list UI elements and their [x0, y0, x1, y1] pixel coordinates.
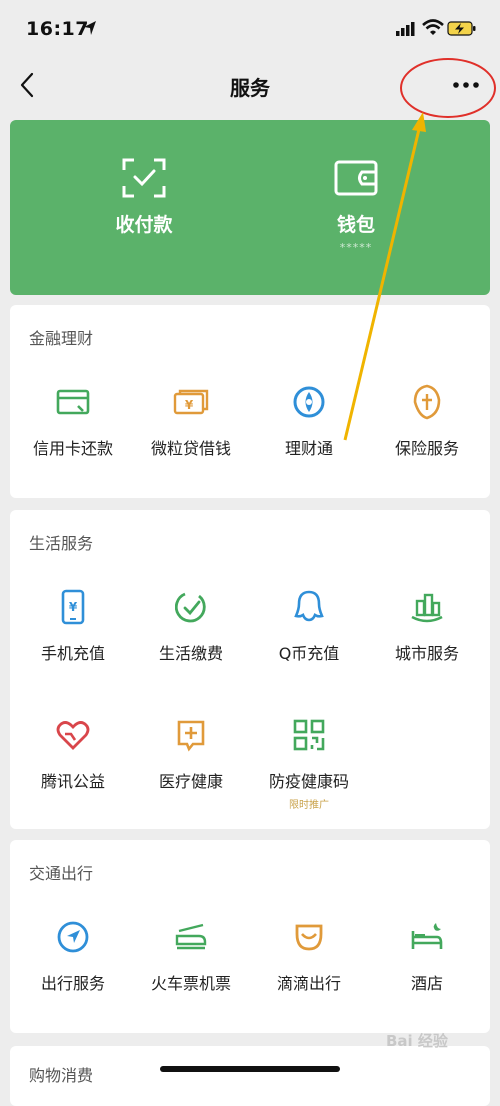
service-label: 酒店	[410, 974, 443, 993]
section-title: 生活服务	[29, 534, 94, 553]
section-finance: 金融理财 信用卡还款 ¥ 微粒贷借钱 理财通 保险服务	[10, 305, 490, 498]
service-label: 滴滴出行	[276, 974, 341, 993]
section-shopping: 购物消费	[10, 1046, 490, 1106]
wifi-icon	[422, 19, 444, 35]
status-time: 16:17	[26, 18, 89, 40]
loan-icon: ¥	[173, 389, 209, 415]
service-label: 医疗健康	[158, 772, 223, 791]
service-label: 腾讯公益	[40, 772, 105, 791]
service-label: 生活缴费	[158, 644, 223, 663]
section-title: 交通出行	[29, 864, 94, 883]
service-label: 保险服务	[394, 439, 459, 458]
service-item[interactable]: 防疫健康码 限时推广	[249, 715, 369, 811]
service-label: 理财通	[284, 439, 333, 458]
train-ticket-icon	[175, 923, 207, 950]
service-item[interactable]: 城市服务	[367, 587, 487, 664]
phone-topup-icon: ¥	[61, 589, 85, 625]
svg-text:¥: ¥	[185, 398, 194, 412]
wallet-label: 钱包	[336, 214, 375, 236]
service-item[interactable]: 滴滴出行	[249, 917, 369, 994]
service-item[interactable]: 医疗健康	[131, 715, 251, 792]
service-item[interactable]: 出行服务	[13, 917, 133, 994]
service-label: 手机充值	[40, 644, 105, 663]
service-item[interactable]: 理财通	[249, 382, 369, 459]
service-label: 微粒贷借钱	[150, 439, 231, 458]
service-item[interactable]: 信用卡还款	[13, 382, 133, 459]
credit-card-icon	[56, 389, 90, 415]
charity-icon	[56, 721, 90, 750]
service-label: 信用卡还款	[32, 439, 113, 458]
wealth-icon	[293, 386, 325, 418]
service-item[interactable]: Q币充值	[249, 587, 369, 664]
section-transport: 交通出行 出行服务 火车票机票 滴滴出行 酒店	[10, 840, 490, 1033]
location-arrow-icon	[84, 21, 96, 35]
service-label: 城市服务	[394, 644, 459, 663]
service-item[interactable]: ¥ 微粒贷借钱	[131, 382, 251, 459]
service-item[interactable]: 生活缴费	[131, 587, 251, 664]
section-life-services: 生活服务 ¥ 手机充值 生活缴费 Q币充值 城市服务 腾讯公益 医疗健康 防疫健…	[10, 510, 490, 829]
service-item[interactable]: 火车票机票	[131, 917, 251, 994]
didi-icon	[295, 924, 323, 951]
service-label: 防疫健康码	[268, 772, 349, 791]
city-service-icon	[411, 593, 443, 623]
scan-pay-icon	[122, 158, 166, 198]
service-item[interactable]: 腾讯公益	[13, 715, 133, 792]
pay-receive-button[interactable]: 收付款	[64, 158, 224, 237]
battery-charging-icon	[447, 21, 476, 36]
status-bar: 16:17	[0, 0, 500, 58]
service-label: 火车票机票	[150, 974, 231, 993]
wallet-balance-masked: *****	[339, 241, 373, 254]
pay-receive-label: 收付款	[115, 214, 173, 236]
insurance-icon	[413, 384, 441, 420]
utility-bill-icon	[175, 592, 206, 623]
promo-tag: 限时推广	[289, 800, 329, 811]
service-item[interactable]: ¥ 手机充值	[13, 587, 133, 664]
qq-coin-icon	[294, 590, 324, 622]
wallet-icon	[334, 160, 378, 196]
travel-icon	[57, 921, 89, 953]
service-label: Q币充值	[278, 644, 340, 663]
watermark: Bai 经验	[386, 1032, 448, 1050]
highlight-circle-annotation	[400, 58, 496, 118]
hotel-icon	[411, 923, 443, 949]
qr-code-icon	[293, 719, 325, 751]
medical-icon	[177, 720, 205, 752]
service-item[interactable]: 酒店	[367, 917, 487, 994]
section-title: 购物消费	[29, 1066, 94, 1085]
section-title: 金融理财	[29, 329, 94, 348]
svg-text:¥: ¥	[69, 600, 78, 614]
cellular-signal-icon	[396, 22, 415, 36]
home-indicator[interactable]	[160, 1066, 340, 1072]
service-label: 出行服务	[40, 974, 105, 993]
wallet-button[interactable]: 钱包 *****	[276, 158, 436, 254]
wallet-panel: 收付款 钱包 *****	[10, 120, 490, 295]
service-item[interactable]: 保险服务	[367, 382, 487, 459]
